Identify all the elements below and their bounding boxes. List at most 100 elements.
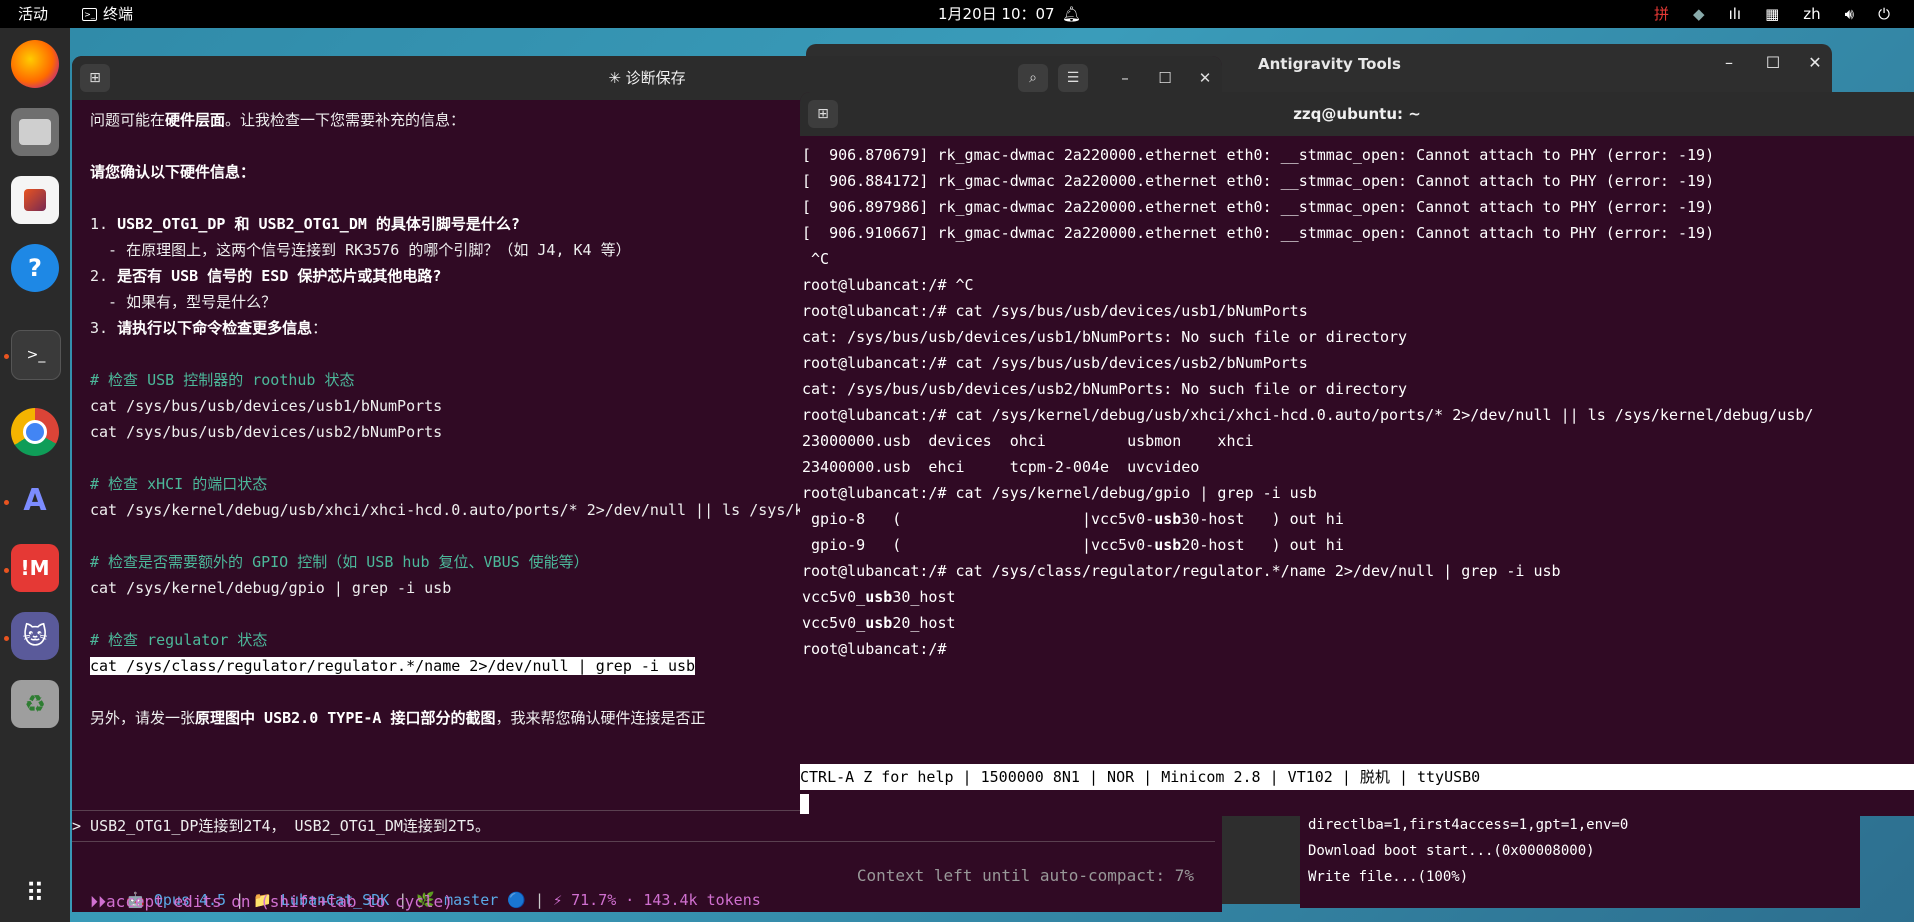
search-icon[interactable]: ⌕ — [1018, 64, 1048, 92]
prompt-text: > USB2_OTG1_DP连接到2T4， USB2_OTG1_DM连接到2T5… — [72, 817, 491, 835]
content-text: ，我来帮您确认硬件连接是否正 — [495, 709, 706, 727]
content-text: # 检查 USB 控制器的 roothub 状态 — [90, 371, 355, 389]
bg-terminal-output: directlba=1,first4access=1,gpt=1,env=0 D… — [1300, 812, 1860, 908]
cat-icon[interactable]: 🐱︎ — [11, 612, 59, 660]
match-highlight: usb — [1154, 510, 1182, 528]
content-text: cat /sys/class/regulator/regulator.*/nam… — [90, 657, 696, 675]
content-line: cat /sys/bus/usb/devices/usb2/bNumPorts — [90, 420, 442, 444]
content-line: 2. 是否有 USB 信号的 ESD 保护芯片或其他电路? — [90, 264, 441, 288]
minicom-header: ⊞ zzq@ubuntu: ~ — [800, 92, 1914, 136]
content-text: cat /sys/bus/usb/devices/usb1/bNumPorts — [90, 397, 443, 415]
bg-close-button[interactable]: ✕ — [1802, 50, 1828, 76]
input-method-icon[interactable]: 拼 — [1654, 0, 1669, 28]
trash-icon[interactable]: ♻ — [11, 680, 59, 728]
content-text: 另外，请发一张 — [90, 709, 196, 727]
content-line: 问题可能在硬件层面。让我检查一下您需要补充的信息： — [90, 108, 465, 132]
terminal-line: [ 906.884172] rk_gmac-dwmac 2a220000.eth… — [802, 172, 1715, 190]
language-indicator[interactable]: zh — [1803, 0, 1820, 28]
content-text: USB2_OTG1_DP 和 USB2_OTG1_DM 的具体引脚号是什么? — [117, 215, 520, 233]
content-text: ： — [312, 319, 328, 337]
content-text: cat /sys/kernel/debug/usb/xhci/xhci-hcd.… — [90, 501, 804, 519]
content-text: # 检查是否需要额外的 GPIO 控制（如 USB hub 复位、VBUS 使能… — [90, 553, 589, 571]
jetbrains-icon[interactable]: !M — [11, 544, 59, 592]
app-menu-label: 终端 — [103, 5, 134, 23]
help-icon[interactable]: ? — [11, 244, 59, 292]
terminal-line: [ 906.897986] rk_gmac-dwmac 2a220000.eth… — [802, 198, 1715, 216]
power-icon[interactable]: ⏻ — [1878, 0, 1890, 28]
match-highlight: usb — [1154, 536, 1182, 554]
firefox-icon[interactable] — [11, 40, 59, 88]
app-indicator-icon[interactable]: ◆ — [1693, 0, 1705, 28]
content-line: cat /sys/kernel/debug/usb/xhci/xhci-hcd.… — [90, 498, 803, 522]
minicom-output[interactable]: [ 906.870679] rk_gmac-dwmac 2a220000.eth… — [802, 142, 1914, 662]
accept-edits-icon: ⏵⏵ — [90, 892, 107, 911]
stats-icon[interactable]: ılı — [1729, 0, 1742, 28]
terminal-line: root@lubancat:/# cat /sys/kernel/debug/u… — [802, 406, 1814, 424]
bg-maximize-button[interactable]: ☐ — [1760, 50, 1786, 76]
content-text: 是否有 USB 信号的 ESD 保护芯片或其他电路? — [117, 267, 442, 285]
activities-button[interactable]: 活动 — [18, 0, 48, 28]
content-line: # 检查 regulator 状态 — [90, 628, 267, 652]
terminal-line: root@lubancat:/# cat /sys/bus/usb/device… — [802, 302, 1308, 320]
content-line: # 检查 USB 控制器的 roothub 状态 — [90, 368, 355, 392]
terminal-line: root@lubancat:/# cat /sys/kernel/debug/g… — [802, 484, 1317, 502]
cursor — [800, 794, 809, 814]
bg-minimize-button[interactable]: – — [1716, 50, 1742, 76]
minicom-input-line[interactable] — [800, 790, 1914, 816]
terminal-line: 23400000.usb ehci tcpm-2-004e uvcvideo — [802, 458, 1200, 476]
files-icon[interactable] — [11, 108, 59, 156]
menu-button[interactable]: ☰ — [1058, 64, 1088, 92]
terminal-line: ^C — [802, 250, 830, 268]
content-line: 1. USB2_OTG1_DP 和 USB2_OTG1_DM 的具体引脚号是什么… — [90, 212, 520, 236]
content-line: - 在原理图上，这两个信号连接到 RK3576 的哪个引脚？（如 J4, K4 … — [90, 238, 631, 262]
terminal-line: cat: /sys/bus/usb/devices/usb2/bNumPorts… — [802, 380, 1408, 398]
terminal-line: root@lubancat:/# — [802, 640, 947, 658]
terminal-line: root@lubancat:/# cat /sys/bus/usb/device… — [802, 354, 1308, 372]
bg-terminal-line: Write file...(100%) — [1308, 869, 1469, 885]
minicom-status-bar: CTRL-A Z for help | 1500000 8N1 | NOR | … — [800, 764, 1914, 790]
content-text: 原理图中 USB2.0 TYPE-A 接口部分的截图 — [195, 709, 496, 727]
content-text: - 如果有，型号是什么？ — [90, 293, 277, 311]
accept-edits-status[interactable]: ⏵⏵accept edits on (shift+tab to cycle) — [90, 890, 453, 912]
minimize-button[interactable]: – — [1112, 65, 1138, 91]
volume-icon[interactable]: 🔊︎ — [1845, 0, 1854, 28]
app-menu[interactable]: >_ 终端 — [82, 0, 133, 28]
bell-icon[interactable]: 🔔︎ — [1062, 0, 1081, 28]
chrome-icon[interactable] — [11, 408, 59, 456]
content-line: - 如果有，型号是什么？ — [90, 290, 276, 314]
terminal-icon[interactable]: >_ — [11, 330, 61, 380]
apps-grid-icon[interactable]: ⠿ — [11, 870, 59, 918]
top-bar: 活动 >_ 终端 1月20日 10：07 🔔︎ 拼 ◆ ılı ▦ zh 🔊︎ … — [0, 0, 1914, 28]
app-center-icon[interactable] — [11, 176, 59, 224]
terminal-line: root@lubancat:/# ^C — [802, 276, 974, 294]
antigravity-icon[interactable]: A — [11, 476, 59, 524]
close-button[interactable]: ✕ — [1192, 65, 1218, 91]
terminal-line: root@lubancat:/# cat /sys/class/regulato… — [802, 562, 1561, 580]
content-text: cat /sys/bus/usb/devices/usb2/bNumPorts — [90, 423, 443, 441]
content-text: cat /sys/kernel/debug/gpio | grep -i usb — [90, 579, 452, 597]
content-text: 2. — [90, 267, 118, 285]
tray-app-icon[interactable]: ▦ — [1765, 0, 1779, 28]
content-line: 另外，请发一张原理图中 USB2.0 TYPE-A 接口部分的截图，我来帮您确认… — [90, 706, 706, 730]
content-line: # 检查 xHCI 的端口状态 — [90, 472, 267, 496]
content-text: 1. — [90, 215, 118, 233]
content-line: 请您确认以下硬件信息： — [90, 160, 255, 184]
bg-terminal-line: Download boot start...(0x00008000) — [1308, 843, 1595, 859]
content-text: 问题可能在 — [90, 111, 166, 129]
status-line: 🤖 Opus 4.5 | 📁 LubanCat_SDK | 🌿 master 🔵… — [90, 864, 761, 909]
terminal-line: vcc5v0_usb20_host — [802, 614, 956, 632]
terminal-line: cat: /sys/bus/usb/devices/usb1/bNumPorts… — [802, 328, 1408, 346]
content-text: 请您确认以下硬件信息： — [90, 163, 256, 181]
content-line: cat /sys/class/regulator/regulator.*/nam… — [90, 654, 696, 678]
maximize-button[interactable]: ☐ — [1152, 65, 1178, 91]
content-text: # 检查 regulator 状态 — [90, 631, 268, 649]
content-text: 硬件层面 — [165, 111, 226, 129]
terminal-line: gpio-8 ( |vcc5v0-usb30-host ) out hi — [802, 510, 1344, 528]
clock[interactable]: 1月20日 10：07 — [938, 0, 1055, 28]
context-left-label: Context left until auto-compact: 7% — [856, 866, 1194, 885]
content-line: cat /sys/kernel/debug/gpio | grep -i usb — [90, 576, 451, 600]
minicom-terminal-window[interactable]: ⊞ zzq@ubuntu: ~ [ 906.870679] rk_gmac-dw… — [800, 92, 1914, 816]
dock: ? >_ A !M 🐱︎ ♻ ⠿ — [0, 28, 70, 922]
system-tray[interactable]: 拼 ◆ ılı ▦ zh 🔊︎ ⏻ — [1654, 0, 1914, 28]
content-text: 3. — [90, 319, 118, 337]
